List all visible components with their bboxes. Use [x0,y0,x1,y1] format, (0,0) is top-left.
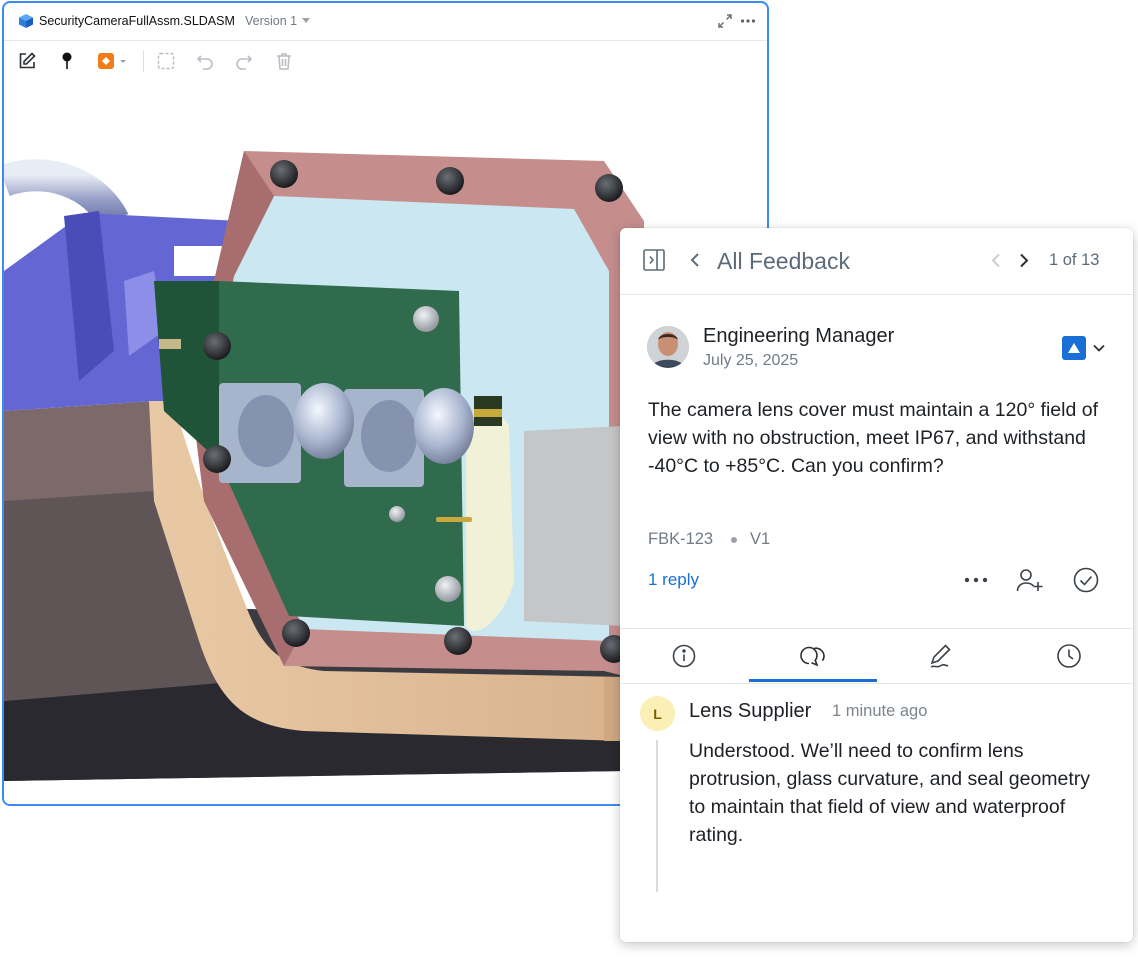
feedback-version: V1 [750,530,771,548]
toolbar-divider [143,50,144,72]
feedback-body: The camera lens cover must maintain a 12… [648,399,1099,477]
more-options-icon[interactable] [962,566,990,594]
previous-feedback-icon[interactable] [989,252,1003,269]
pin-icon[interactable] [56,50,78,72]
next-feedback-icon[interactable] [1017,252,1031,269]
avatar [647,326,689,368]
author-name: Engineering Manager [703,325,895,347]
delete-icon[interactable] [273,50,295,72]
triangle-icon [1068,343,1080,353]
reply-thread-line [656,740,658,892]
reply-body: Understood. We’ll need to confirm lens p… [689,740,1091,846]
chevron-down-icon[interactable] [1092,341,1106,355]
separator-dot [731,537,737,543]
comments-icon [800,646,825,667]
version-dropdown[interactable]: Version 1 [245,14,297,28]
history-icon [1057,644,1081,668]
undo-icon[interactable] [194,50,216,72]
viewer-titlebar: SecurityCameraFullAssm.SLDASM Version 1 [4,3,767,41]
active-tab-indicator [749,679,877,682]
expand-icon[interactable] [716,12,734,30]
tab-info[interactable] [620,629,748,683]
more-options-icon[interactable] [739,12,757,30]
redo-icon[interactable] [233,50,255,72]
edit-icon[interactable] [16,50,38,72]
feedback-date: July 25, 2025 [703,352,799,369]
panel-title[interactable]: All Feedback [717,248,850,275]
resolve-check-icon[interactable] [1072,566,1100,594]
collapse-panel-icon[interactable] [642,248,666,272]
assign-user-icon[interactable] [1016,566,1044,594]
feedback-counter: 1 of 13 [1049,251,1100,269]
reply-timestamp: 1 minute ago [832,702,928,720]
markup-icon [930,644,951,668]
feedback-tabs [620,628,1133,684]
reply-avatar: L [640,696,675,731]
info-icon [672,644,696,668]
assembly-file-icon [19,14,33,28]
feedback-panel: All Feedback 1 of 13 Engineering Manager… [620,228,1133,942]
status-badge[interactable] [1062,336,1086,360]
file-name: SecurityCameraFullAssm.SLDASM [39,14,235,28]
tab-history[interactable] [1005,629,1133,683]
markup-shape-icon[interactable] [96,50,130,72]
chevron-down-icon[interactable] [302,18,310,23]
tab-comments[interactable] [749,629,877,683]
reply-count-link[interactable]: 1 reply [648,570,699,590]
feedback-panel-header: All Feedback 1 of 13 [620,228,1133,295]
chevron-left-icon[interactable] [688,251,702,269]
feedback-id: FBK-123 [648,530,714,548]
region-select-icon[interactable] [155,50,177,72]
tab-markup[interactable] [877,629,1005,683]
reply-author-name: Lens Supplier [689,700,812,722]
markup-toolbar [4,41,767,80]
